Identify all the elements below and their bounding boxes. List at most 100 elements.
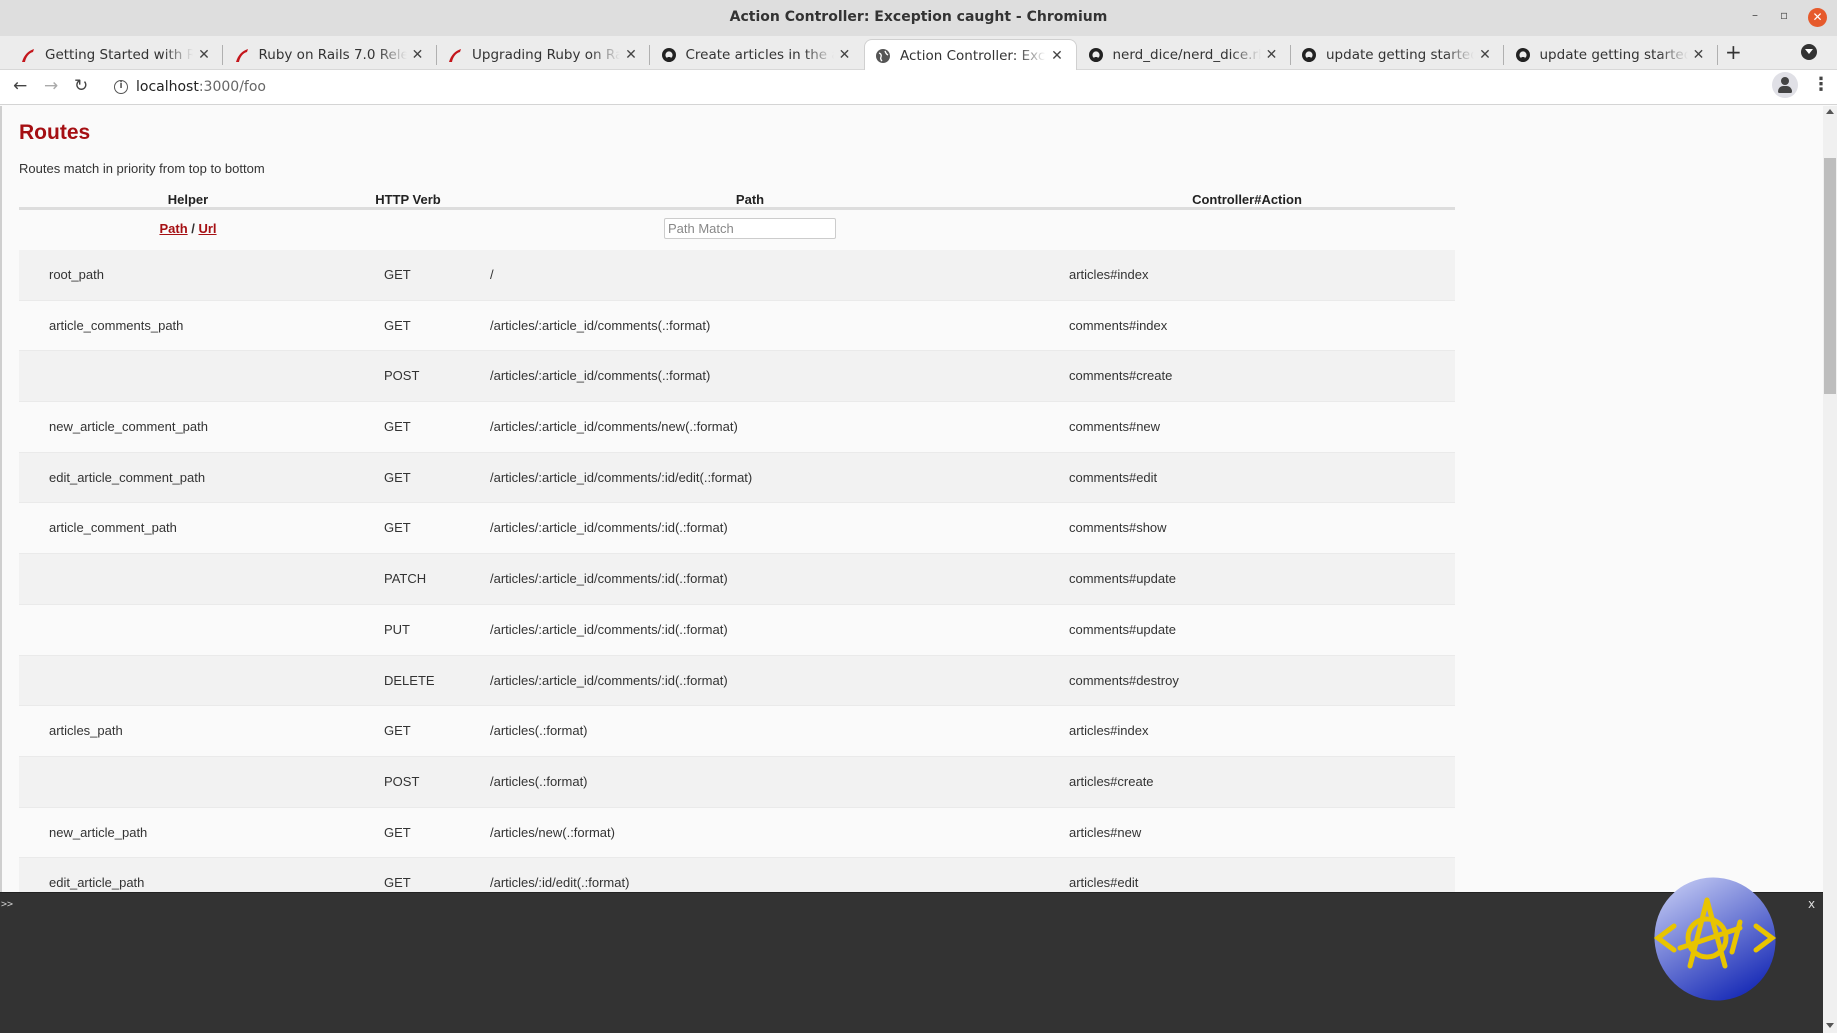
route-verb: PUT <box>384 621 410 637</box>
route-path: /articles/:article_id/comments/:id/edit(… <box>490 469 753 485</box>
url-text[interactable]: localhost:3000/foo <box>136 79 266 95</box>
forward-button[interactable]: → <box>44 76 58 96</box>
routes-filter-row: Path / Url <box>19 210 1455 250</box>
browser-tab[interactable]: Create articles in the app✕ <box>651 39 864 70</box>
route-path: /articles/:article_id/comments/:id(.:for… <box>490 520 728 536</box>
scroll-down-arrow-icon[interactable] <box>1826 1023 1834 1028</box>
route-verb: GET <box>384 875 411 891</box>
minimize-button[interactable]: – <box>1752 8 1758 22</box>
browser-tab[interactable]: Ruby on Rails 7.0 Release Notes✕ <box>224 39 437 70</box>
browser-tab[interactable]: nerd_dice/nerd_dice.rb ✕ <box>1078 39 1291 70</box>
routes-table-header: Helper HTTP Verb Path Controller#Action <box>19 190 1455 210</box>
route-row: root_path GET / articles#index <box>19 250 1455 301</box>
tab-search-icon[interactable] <box>1801 44 1817 60</box>
route-path: /articles(.:format) <box>490 723 588 739</box>
route-verb: PATCH <box>384 571 427 587</box>
floating-logo-icon[interactable] <box>1652 876 1778 1002</box>
tab-title: update getting started <box>1326 46 1474 63</box>
route-verb: GET <box>384 520 411 536</box>
route-path: /articles/:article_id/comments(.:format) <box>490 317 711 333</box>
route-controller-action: articles#create <box>1069 773 1154 789</box>
route-path: /articles/:article_id/comments(.:format) <box>490 368 711 384</box>
route-verb: GET <box>384 317 411 333</box>
browser-menu-icon[interactable]: ⋮ <box>1812 74 1830 95</box>
route-controller-action: articles#new <box>1069 824 1142 840</box>
tab-close-icon[interactable]: ✕ <box>834 47 856 63</box>
site-info-icon[interactable]: i <box>114 80 128 94</box>
route-row: article_comment_path GET/articles/:articl… <box>19 503 1455 555</box>
tab-close-icon[interactable]: ✕ <box>620 47 642 63</box>
rails-icon <box>20 47 36 63</box>
routes-table: Helper HTTP Verb Path Controller#Action … <box>19 190 1455 892</box>
tab-close-icon[interactable]: ✕ <box>1046 48 1068 64</box>
tab-title: update getting started <box>1539 46 1688 63</box>
route-row: POST/articles(.:format) articles#create <box>19 756 1455 808</box>
tab-close-icon[interactable]: ✕ <box>1261 47 1283 63</box>
route-row: article_comments_path GET/articles/:artic… <box>19 300 1455 352</box>
column-header-http-verb: HTTP Verb <box>375 192 441 207</box>
route-controller-action: comments#index <box>1069 317 1168 333</box>
browser-tab[interactable]: Upgrading Ruby on Rails✕ <box>437 39 650 70</box>
column-header-helper: Helper <box>167 192 209 207</box>
route-verb: GET <box>384 419 411 435</box>
route-path: /articles/:article_id/comments/:id(.:for… <box>490 571 728 587</box>
console-prompt: >> <box>1 899 14 910</box>
browser-tab[interactable]: Getting Started with Rails✕ <box>10 39 223 70</box>
route-controller-action: articles#edit <box>1069 875 1139 891</box>
browser-toolbar: ← → ↻ i localhost:3000/foo ☆ ⋮ <box>0 70 1837 105</box>
route-row: PUT/articles/:article_id/comments/:id(.:… <box>19 604 1455 656</box>
github-icon <box>1088 47 1104 63</box>
route-path: /articles(.:format) <box>490 773 588 789</box>
route-controller-action: articles#index <box>1069 267 1149 282</box>
route-controller-action: comments#show <box>1069 520 1167 536</box>
path-match-input[interactable] <box>664 218 836 239</box>
route-verb: POST <box>384 368 420 384</box>
route-controller-action: comments#create <box>1069 368 1173 384</box>
tab-close-icon[interactable]: ✕ <box>1688 47 1710 63</box>
route-controller-action: comments#update <box>1069 621 1176 637</box>
tab-title: Ruby on Rails 7.0 Release Notes <box>258 46 407 63</box>
route-verb: GET <box>384 267 411 282</box>
route-helper: edit_article_path <box>49 875 145 891</box>
browser-tab[interactable]: update getting started ✕ <box>1291 39 1504 70</box>
tab-close-icon[interactable]: ✕ <box>407 47 429 63</box>
web-console[interactable]: >> x <box>0 892 1823 1033</box>
browser-tab[interactable]: update getting started ✕ <box>1505 39 1718 70</box>
route-path: /articles/:article_id/comments/:id(.:for… <box>490 672 728 688</box>
github-icon <box>661 47 677 63</box>
route-path: /articles/new(.:format) <box>490 824 615 840</box>
tab-title: Upgrading Ruby on Rails <box>472 46 620 63</box>
route-row: PATCH/articles/:article_id/comments/:id(… <box>19 554 1455 605</box>
column-header-path: Path <box>735 192 765 207</box>
route-helper: article_comments_path <box>49 317 184 333</box>
console-close-button[interactable]: x <box>1808 897 1815 911</box>
scroll-up-arrow-icon[interactable] <box>1826 109 1834 114</box>
window-close-button[interactable]: ✕ <box>1808 8 1827 27</box>
route-row: DELETE/articles/:article_id/comments/:id… <box>19 655 1455 707</box>
reload-button[interactable]: ↻ <box>74 76 88 96</box>
path-link[interactable]: Path <box>159 221 187 236</box>
path-url-separator: / <box>187 221 199 236</box>
tab-close-icon[interactable]: ✕ <box>1474 47 1496 63</box>
profile-avatar-icon[interactable] <box>1772 72 1798 98</box>
back-button[interactable]: ← <box>13 76 27 96</box>
scrollbar-thumb[interactable] <box>1824 158 1836 394</box>
address-bar[interactable]: i localhost:3000/foo ☆ <box>105 72 1815 103</box>
new-tab-button[interactable]: + <box>1725 40 1742 64</box>
tab-title: Create articles in the app <box>685 46 834 63</box>
browser-tab[interactable]: Action Controller: Exception caught✕ <box>864 39 1077 71</box>
tab-separator <box>1716 45 1718 65</box>
route-path: /articles/:article_id/comments/new(.:for… <box>490 419 738 435</box>
url-link[interactable]: Url <box>198 221 216 236</box>
route-row: new_article_path GET/articles/new(.:forma… <box>19 807 1455 859</box>
route-verb: GET <box>384 469 411 485</box>
route-controller-action: comments#new <box>1069 419 1161 435</box>
tab-strip: Getting Started with Rails✕Ruby on Rails… <box>0 36 1837 71</box>
route-verb: DELETE <box>384 672 435 688</box>
page-scrollbar[interactable] <box>1823 106 1837 1033</box>
route-helper: new_article_comment_path <box>49 419 208 435</box>
route-helper: new_article_path <box>49 824 148 840</box>
maximize-button[interactable]: ▫ <box>1780 8 1788 22</box>
tab-close-icon[interactable]: ✕ <box>193 47 215 63</box>
route-row: edit_article_comment_path GET/articles/:a… <box>19 452 1455 504</box>
